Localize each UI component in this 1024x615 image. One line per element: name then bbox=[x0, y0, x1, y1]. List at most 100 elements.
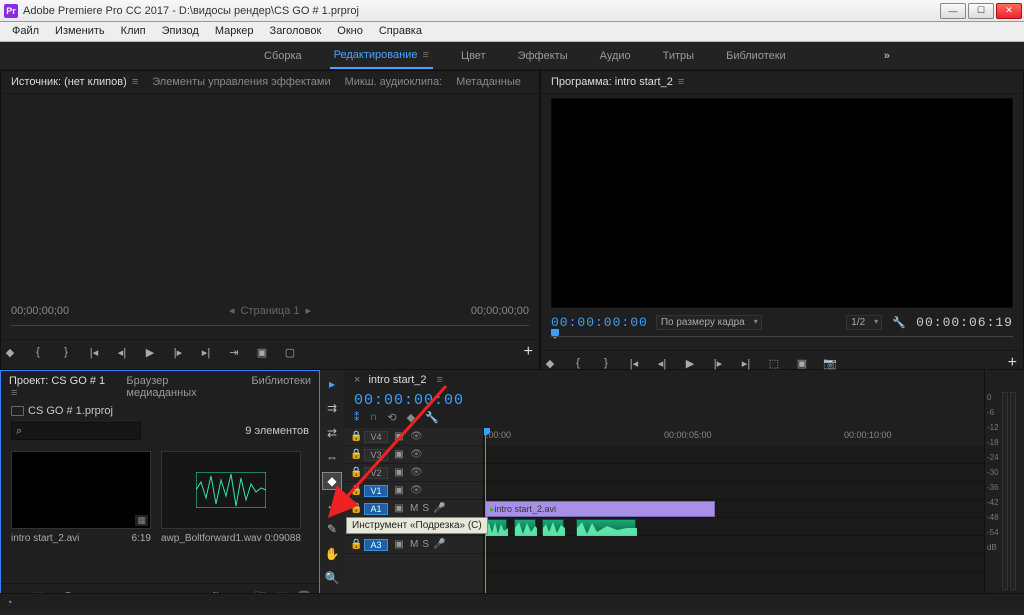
source-scrubber[interactable] bbox=[11, 325, 529, 335]
menu-marker[interactable]: Маркер bbox=[207, 22, 262, 41]
menu-sequence[interactable]: Эпизод bbox=[154, 22, 207, 41]
status-sync-icon[interactable]: ◔ bbox=[6, 597, 18, 609]
item-name: intro start_2.avi bbox=[11, 533, 79, 544]
track-v1[interactable]: V1 bbox=[364, 485, 388, 497]
workspace-color[interactable]: Цвет bbox=[457, 44, 490, 68]
play-icon[interactable]: ▶ bbox=[141, 344, 159, 360]
track-v3[interactable]: V3 bbox=[364, 449, 388, 461]
window-title: Adobe Premiere Pro CC 2017 - D:\видосы р… bbox=[23, 5, 940, 17]
link-icon[interactable]: ⟲ bbox=[387, 411, 396, 424]
step-fwd-icon[interactable]: |▸ bbox=[709, 355, 727, 371]
marker-icon[interactable]: ◆ bbox=[407, 411, 415, 424]
track-a3[interactable]: A3 bbox=[364, 539, 388, 551]
play-icon[interactable]: ▶ bbox=[681, 355, 699, 371]
audio-clip[interactable] bbox=[542, 519, 564, 535]
slip-tool-icon[interactable]: ↔ bbox=[323, 497, 341, 513]
overwrite-icon[interactable]: ▣ bbox=[253, 344, 271, 360]
extract-icon[interactable]: ▣ bbox=[793, 355, 811, 371]
tab-project[interactable]: Проект: CS GO # 1 ≡ bbox=[9, 375, 116, 399]
workspace-editing[interactable]: Редактирование ≡ bbox=[330, 43, 433, 69]
timeline-content[interactable]: :00:00 00:00:05:00 00:00:10:00 ▸ intro s… bbox=[484, 428, 984, 598]
step-fwd-icon[interactable]: |▸ bbox=[169, 344, 187, 360]
source-in-tc[interactable]: 00;00;00;00 bbox=[11, 305, 69, 317]
audio-clip[interactable] bbox=[514, 519, 536, 535]
pen-tool-icon[interactable]: ✎ bbox=[323, 521, 341, 537]
menu-clip[interactable]: Клип bbox=[113, 22, 154, 41]
step-back-icon[interactable]: ◂| bbox=[653, 355, 671, 371]
tab-program[interactable]: Программа: intro start_2 ≡ bbox=[551, 76, 684, 88]
track-v2[interactable]: V2 bbox=[364, 467, 388, 479]
insert-icon[interactable]: ⇥ bbox=[225, 344, 243, 360]
timeline-tab[interactable]: intro start_2 bbox=[368, 374, 426, 386]
export-frame-icon[interactable]: ▢ bbox=[281, 344, 299, 360]
workspace-libraries[interactable]: Библиотеки bbox=[722, 44, 790, 68]
in-point-icon[interactable]: { bbox=[29, 344, 47, 360]
timeline-playhead[interactable] bbox=[485, 428, 486, 598]
menu-file[interactable]: Файл bbox=[4, 22, 47, 41]
resolution-dropdown[interactable]: 1/2 bbox=[846, 315, 882, 330]
snap-icon[interactable]: ⁑ bbox=[354, 411, 360, 424]
ripple-tool-icon[interactable]: ⇄ bbox=[323, 424, 341, 440]
in-point-icon[interactable]: { bbox=[569, 355, 587, 371]
rate-stretch-tool-icon[interactable]: ⇔ bbox=[323, 449, 341, 465]
minimize-button[interactable]: — bbox=[940, 3, 966, 19]
track-v4[interactable]: V4 bbox=[364, 431, 388, 443]
workspace-audio[interactable]: Аудио bbox=[596, 44, 635, 68]
program-out-tc[interactable]: 00:00:06:19 bbox=[916, 315, 1013, 330]
audio-clip[interactable] bbox=[485, 519, 507, 535]
tab-audio-mixer[interactable]: Микш. аудиоклипа: bbox=[345, 76, 443, 88]
wrench-icon[interactable]: 🔧 bbox=[890, 314, 908, 330]
menu-title[interactable]: Заголовок bbox=[262, 22, 330, 41]
goto-out-icon[interactable]: ▸| bbox=[197, 344, 215, 360]
marker-icon[interactable]: ◆ bbox=[1, 344, 19, 360]
workspace-assembly[interactable]: Сборка bbox=[260, 44, 306, 68]
workspace-effects[interactable]: Эффекты bbox=[514, 44, 572, 68]
project-item[interactable]: ▦ intro start_2.avi6:19 bbox=[11, 451, 151, 544]
out-point-icon[interactable]: } bbox=[597, 355, 615, 371]
program-viewer[interactable] bbox=[551, 98, 1013, 308]
menu-edit[interactable]: Изменить bbox=[47, 22, 113, 41]
menu-window[interactable]: Окно bbox=[329, 22, 371, 41]
tab-source[interactable]: Источник: (нет клипов) ≡ bbox=[11, 76, 138, 88]
selection-tool-icon[interactable]: ▸ bbox=[323, 376, 341, 392]
goto-out-icon[interactable]: ▸| bbox=[737, 355, 755, 371]
lift-icon[interactable]: ⬚ bbox=[765, 355, 783, 371]
marker-icon[interactable]: ◆ bbox=[541, 355, 559, 371]
source-viewer[interactable] bbox=[1, 94, 539, 300]
add-button-icon[interactable]: + bbox=[518, 343, 539, 361]
export-frame-icon[interactable]: 📷 bbox=[821, 355, 839, 371]
magnet-icon[interactable]: ∩ bbox=[370, 411, 378, 424]
goto-in-icon[interactable]: |◂ bbox=[625, 355, 643, 371]
hand-tool-icon[interactable]: ✋ bbox=[323, 545, 341, 561]
tab-effect-controls[interactable]: Элементы управления эффектами bbox=[152, 76, 330, 88]
close-button[interactable]: ✕ bbox=[996, 3, 1022, 19]
video-clip[interactable]: ▸ intro start_2.avi bbox=[485, 501, 715, 517]
tab-metadata[interactable]: Метаданные bbox=[456, 76, 521, 88]
hamburger-icon[interactable]: ≡ bbox=[423, 49, 429, 61]
tab-media-browser[interactable]: Браузер медиаданных bbox=[126, 375, 241, 399]
program-scrubber[interactable] bbox=[551, 336, 1013, 346]
timeline-ruler[interactable]: :00:00 00:00:05:00 00:00:10:00 bbox=[484, 428, 984, 446]
razor-tool-icon[interactable]: ◆ bbox=[323, 473, 341, 489]
out-point-icon[interactable]: } bbox=[57, 344, 75, 360]
program-in-tc[interactable]: 00:00:00:00 bbox=[551, 315, 648, 330]
workspace-titles[interactable]: Титры bbox=[659, 44, 698, 68]
tab-libraries[interactable]: Библиотеки bbox=[251, 375, 311, 399]
fit-dropdown[interactable]: По размеру кадра bbox=[656, 315, 762, 330]
meter-left bbox=[1002, 392, 1008, 590]
audio-clip[interactable] bbox=[576, 519, 636, 535]
project-item[interactable]: awp_Boltforward1.wav0:09088 bbox=[161, 451, 301, 544]
project-search-input[interactable] bbox=[11, 422, 141, 440]
maximize-button[interactable]: ☐ bbox=[968, 3, 994, 19]
source-out-tc[interactable]: 00;00;00;00 bbox=[471, 305, 529, 317]
timeline-timecode[interactable]: 00:00:00:00 bbox=[344, 390, 984, 411]
wrench-icon[interactable]: 🔧 bbox=[425, 411, 439, 424]
zoom-tool-icon[interactable]: 🔍 bbox=[323, 570, 341, 586]
workspace-overflow[interactable]: » bbox=[884, 50, 890, 62]
goto-in-icon[interactable]: |◂ bbox=[85, 344, 103, 360]
track-select-tool-icon[interactable]: ⇉ bbox=[323, 400, 341, 416]
track-a1[interactable]: A1 bbox=[364, 503, 388, 515]
waveform-icon bbox=[196, 472, 266, 508]
step-back-icon[interactable]: ◂| bbox=[113, 344, 131, 360]
menu-help[interactable]: Справка bbox=[371, 22, 430, 41]
